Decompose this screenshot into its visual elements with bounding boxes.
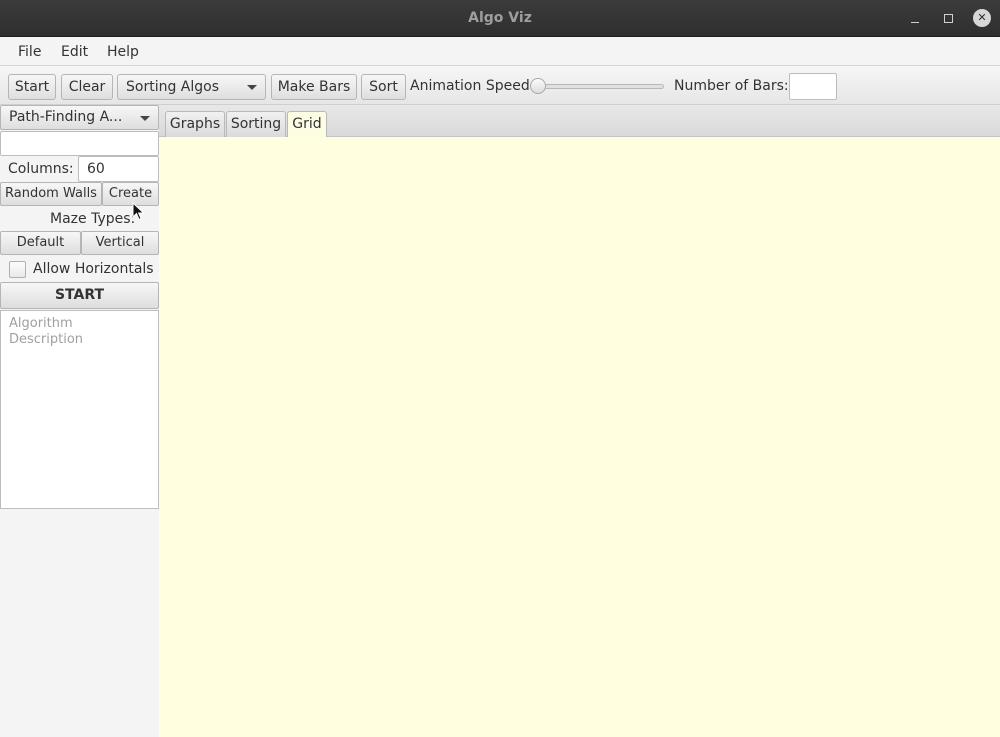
- minimize-icon[interactable]: [906, 9, 924, 27]
- number-of-bars-input[interactable]: [789, 73, 837, 100]
- number-of-bars-label: Number of Bars:: [674, 78, 789, 94]
- slider-thumb[interactable]: [530, 78, 546, 94]
- maximize-icon[interactable]: [939, 9, 957, 27]
- tab-graphs[interactable]: Graphs: [165, 111, 225, 137]
- columns-input[interactable]: 60: [78, 156, 159, 182]
- chevron-down-icon: [140, 116, 150, 121]
- tab-grid[interactable]: Grid: [287, 111, 327, 138]
- menu-edit[interactable]: Edit: [61, 44, 88, 60]
- sort-button[interactable]: Sort: [361, 74, 406, 100]
- animation-speed-label: Animation Speed:: [410, 78, 535, 94]
- columns-label: Columns:: [8, 161, 74, 177]
- grid-canvas[interactable]: [159, 137, 1000, 737]
- menu-file[interactable]: File: [18, 44, 41, 60]
- close-icon[interactable]: ✕: [973, 9, 991, 27]
- algorithm-description-textarea[interactable]: Algorithm Description: [0, 310, 159, 509]
- animation-speed-slider[interactable]: [532, 84, 664, 89]
- pathfinding-select[interactable]: Path-Finding A...: [0, 105, 159, 130]
- menu-help[interactable]: Help: [107, 44, 139, 60]
- random-walls-button[interactable]: Random Walls: [0, 182, 102, 206]
- title-bar: Algo Viz ✕: [0, 0, 1000, 37]
- default-maze-button[interactable]: Default: [0, 231, 81, 255]
- tab-sorting[interactable]: Sorting: [226, 111, 286, 137]
- window-title: Algo Viz: [468, 10, 532, 26]
- vertical-maze-button[interactable]: Vertical: [81, 231, 159, 255]
- rows-input[interactable]: [0, 131, 159, 156]
- allow-horizontals-label: Allow Horizontals: [33, 261, 154, 277]
- algorithm-select-value: Sorting Algos: [126, 79, 220, 95]
- pathfinding-start-button[interactable]: START: [0, 282, 159, 309]
- algorithm-select[interactable]: Sorting Algos: [117, 74, 266, 100]
- allow-horizontals-checkbox[interactable]: [9, 261, 26, 278]
- chevron-down-icon: [247, 85, 257, 90]
- create-button[interactable]: Create: [102, 182, 159, 206]
- mouse-cursor-icon: [132, 202, 145, 221]
- maze-types-label: Maze Types:: [50, 211, 136, 227]
- start-button[interactable]: Start: [8, 74, 56, 100]
- make-bars-button[interactable]: Make Bars: [271, 74, 357, 100]
- clear-button[interactable]: Clear: [61, 74, 113, 100]
- menu-bar: File Edit Help: [0, 37, 1000, 66]
- pathfinding-select-value: Path-Finding A...: [9, 109, 123, 125]
